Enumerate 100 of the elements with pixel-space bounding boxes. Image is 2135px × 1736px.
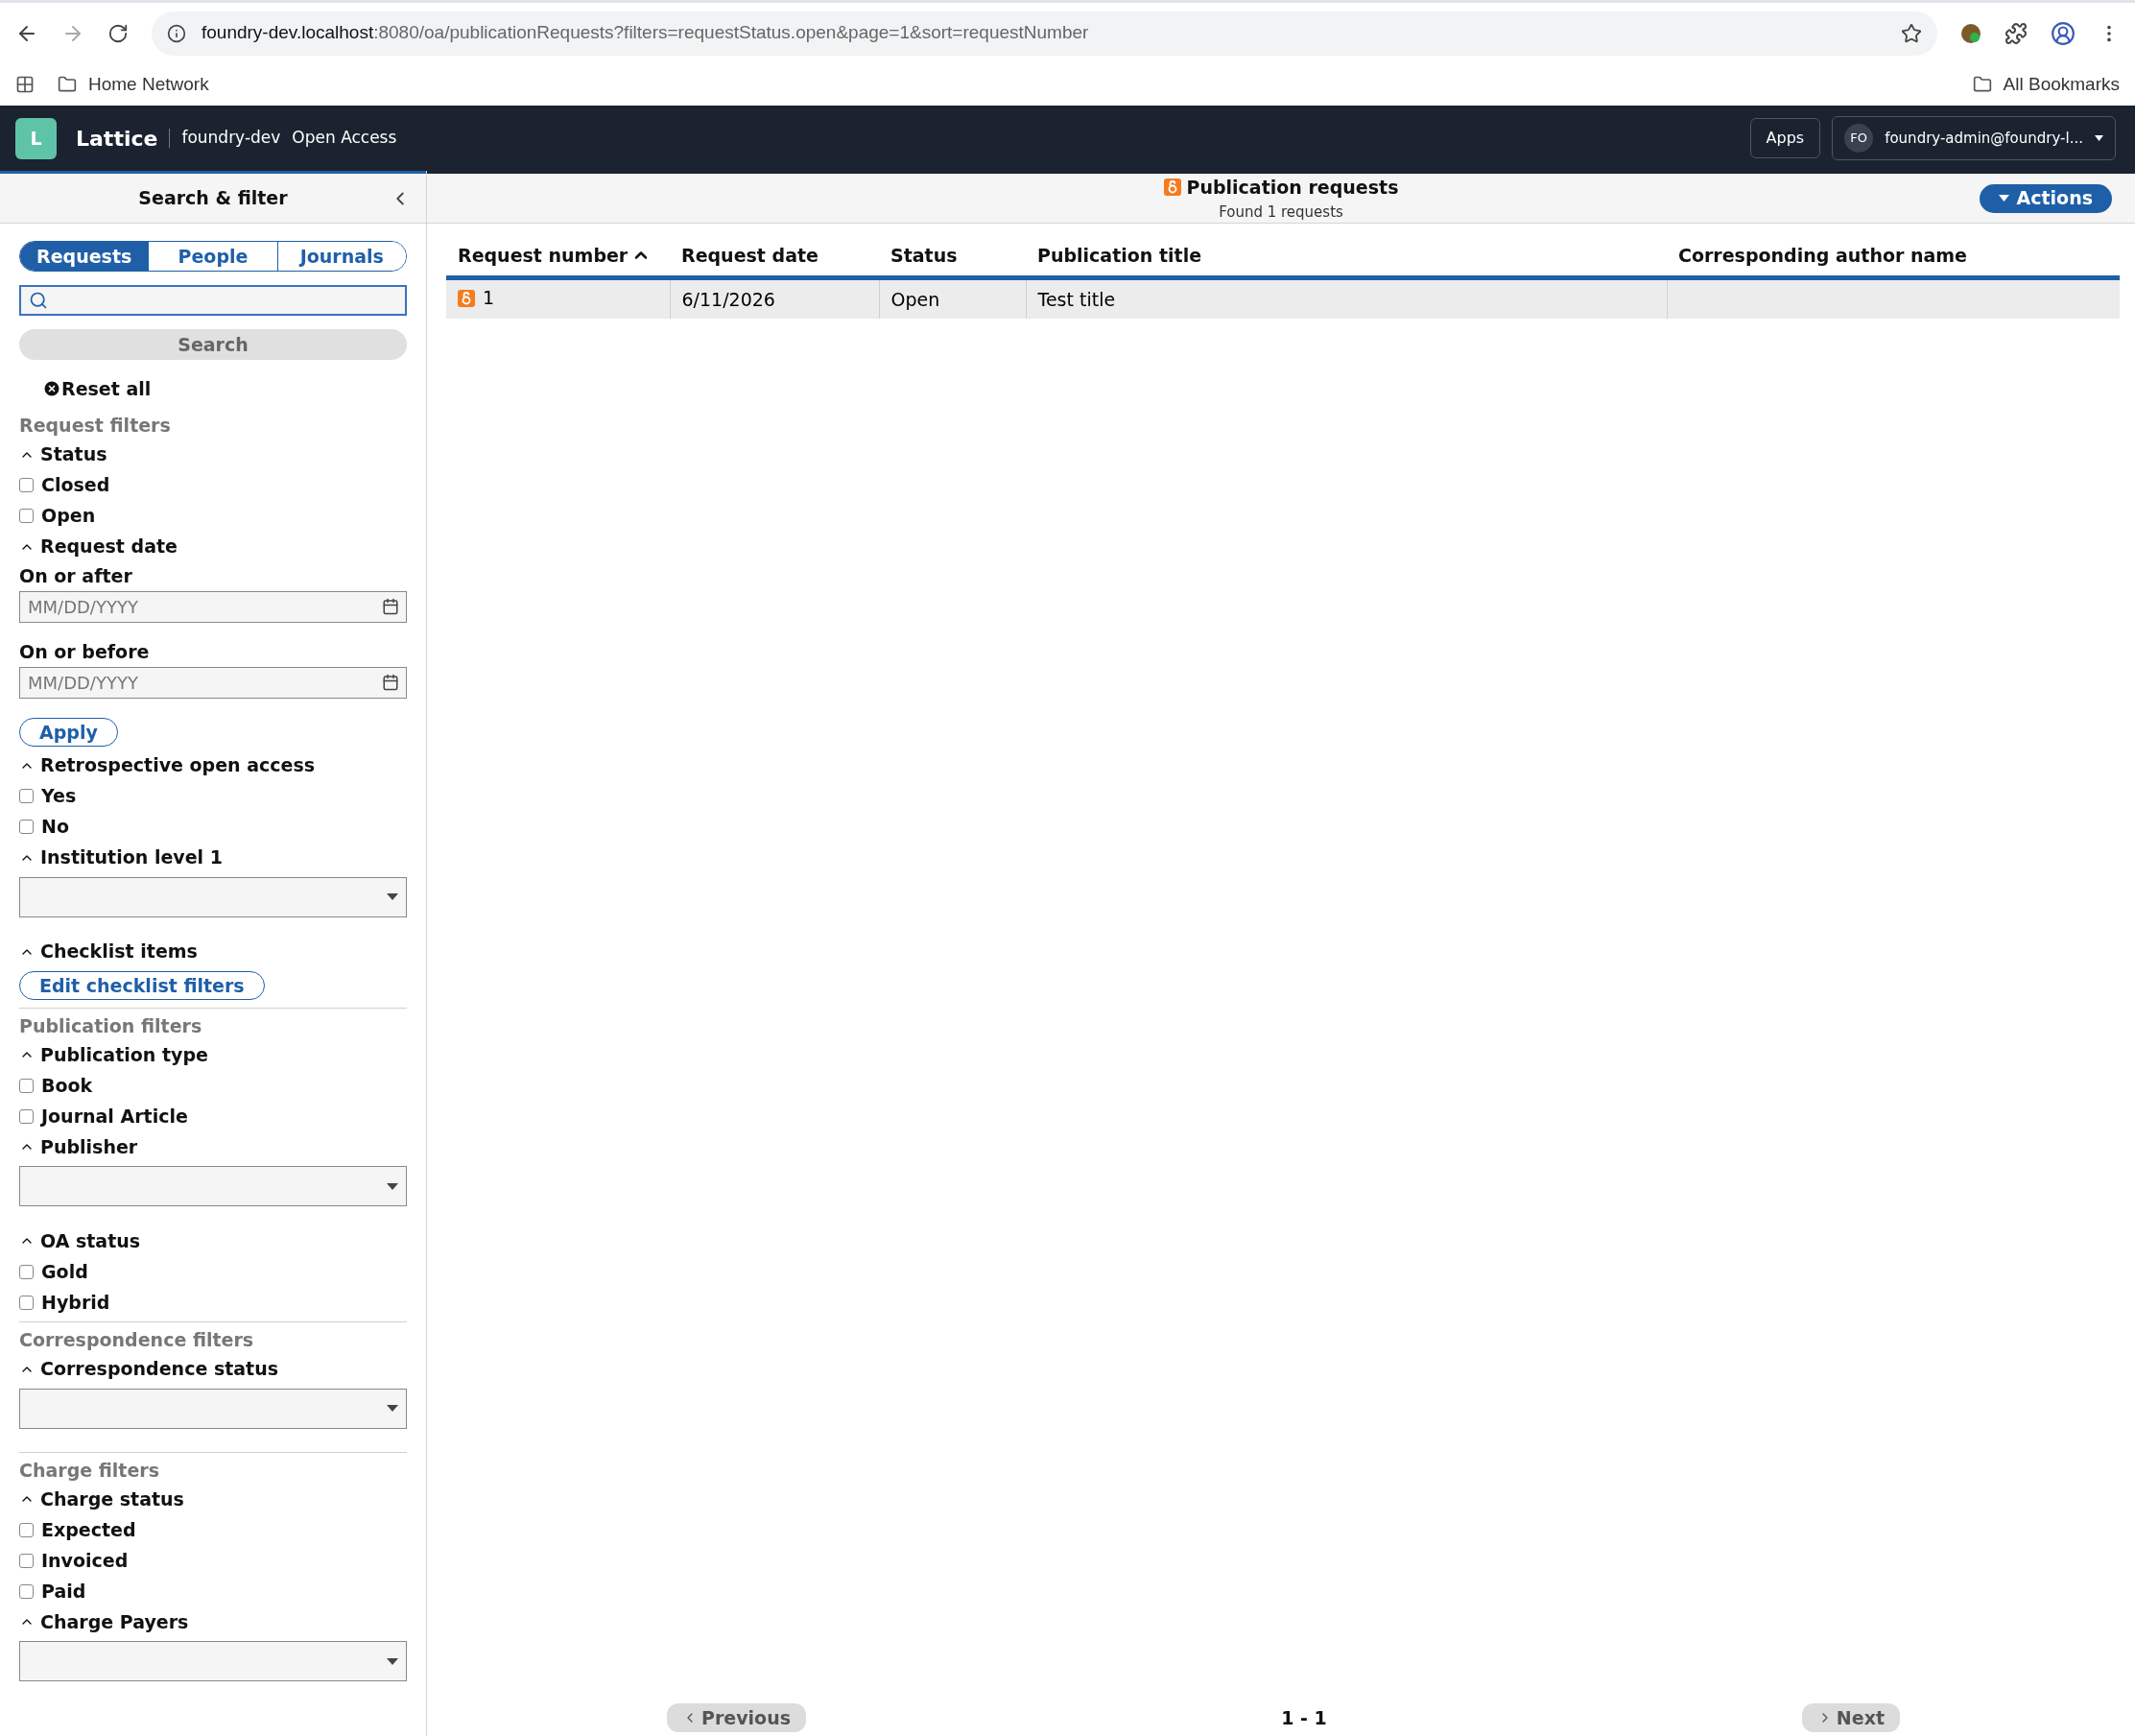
previous-button[interactable]: Previous [667, 1703, 806, 1732]
dropdown-select[interactable] [19, 1388, 407, 1429]
extensions-icon[interactable] [2005, 21, 2028, 45]
info-icon [167, 23, 186, 43]
filter-section-toggle[interactable]: OA status [19, 1225, 407, 1256]
column-header[interactable]: Request date [670, 235, 879, 277]
tenant-name: foundry-dev [181, 127, 281, 150]
filter-section-toggle[interactable]: Checklist items [19, 936, 407, 967]
filter-group-label: Correspondence filters [19, 1329, 254, 1350]
profile-icon[interactable] [2051, 20, 2076, 46]
checkbox-label: No [41, 815, 69, 840]
checkbox-label: Closed [41, 473, 110, 498]
filter-section-toggle[interactable]: Status [19, 439, 407, 470]
filter-button[interactable]: Apply [19, 717, 118, 747]
extension-icon[interactable] [1960, 22, 1981, 44]
dropdown-select[interactable] [19, 1166, 407, 1206]
filter-section-toggle[interactable]: Charge status [19, 1484, 407, 1514]
user-avatar: FO [1844, 124, 1874, 153]
page-title: Publication requests [1186, 176, 1399, 200]
module-name: Open Access [292, 127, 397, 150]
caret-icon [387, 893, 398, 900]
bookmark-star-icon[interactable] [1901, 22, 1922, 44]
open-access-icon [458, 289, 475, 307]
checkbox-label: Paid [41, 1579, 86, 1604]
checkbox-label: Journal Article [41, 1104, 188, 1129]
reset-all-button[interactable]: Reset all [42, 373, 152, 404]
folder-icon [58, 75, 77, 94]
segment-tab[interactable]: Requests [20, 242, 149, 271]
apps-button[interactable]: Apps [1749, 118, 1821, 158]
table-cell: Test title [1026, 277, 1667, 319]
filter-group-label: Charge filters [19, 1459, 159, 1481]
next-button[interactable]: Next [1801, 1703, 1900, 1732]
filter-section-toggle[interactable]: Publisher [19, 1131, 407, 1162]
user-menu-button[interactable]: FO foundry-admin@foundry-l... [1832, 116, 2116, 160]
open-access-icon [1163, 178, 1181, 197]
checkbox-label: Expected [41, 1517, 136, 1542]
date-field[interactable]: MM/DD/YYYY [19, 666, 407, 699]
search-icon [29, 291, 48, 310]
bookmark-link[interactable]: Home Network [58, 70, 209, 99]
clear-icon [42, 379, 61, 398]
table-cell: 6/11/2026 [670, 277, 879, 319]
filter-section-toggle[interactable]: Request date [19, 531, 407, 562]
date-field[interactable]: MM/DD/YYYY [19, 590, 407, 623]
filter-button[interactable]: Edit checklist filters [19, 970, 265, 1000]
page-range: 1 - 1 [1281, 1705, 1327, 1730]
checkbox[interactable] [19, 820, 34, 834]
url-text: foundry-dev.localhost:8080/oa/publicationRequests?filters=requestStatus.open&page=1&sort=requestNumber [202, 21, 1090, 45]
address-bar[interactable]: foundry-dev.localhost:8080/oa/publicationRequests?filters=requestStatus.open&page=1&sort=requestNumber [152, 11, 1937, 56]
bookmark-link[interactable]: All Bookmarks [1972, 70, 2120, 99]
actions-button[interactable]: Actions [1979, 183, 2112, 213]
table-cell: Open [879, 277, 1026, 319]
checkbox[interactable] [19, 1522, 34, 1537]
result-count: Found 1 requests [1219, 202, 1343, 223]
checkbox-label: Open [41, 504, 96, 529]
calendar-icon[interactable] [382, 597, 399, 615]
checkbox[interactable] [19, 509, 34, 523]
caret-icon [1998, 195, 2009, 202]
checkbox-label: Gold [41, 1259, 88, 1284]
checkbox-label: Invoiced [41, 1548, 129, 1573]
filter-group-label: Request filters [19, 415, 171, 436]
checkbox-label: Yes [41, 784, 77, 809]
search-button[interactable]: Search [19, 329, 407, 360]
checkbox[interactable] [19, 1264, 34, 1279]
caret-icon [387, 1657, 398, 1665]
folder-icon [1972, 75, 1992, 94]
date-field-label: On or after [19, 564, 133, 589]
dropdown-select[interactable] [19, 1641, 407, 1681]
column-header[interactable]: Publication title [1026, 235, 1667, 277]
caret-icon [387, 1182, 398, 1190]
checkbox[interactable] [19, 1583, 34, 1599]
app-name: Lattice [76, 125, 158, 153]
search-field[interactable] [19, 285, 407, 316]
sidebar-title: Search & filter [138, 186, 288, 211]
filter-section-toggle[interactable]: Institution level 1 [19, 842, 407, 873]
app-logo: L [15, 117, 57, 159]
calendar-icon[interactable] [382, 673, 399, 691]
caret-icon [387, 1405, 398, 1412]
filter-section-toggle[interactable]: Retrospective open access [19, 749, 407, 781]
checkbox[interactable] [19, 789, 34, 803]
dropdown-select[interactable] [19, 876, 407, 917]
checkbox[interactable] [19, 1553, 34, 1568]
column-header[interactable]: Corresponding author name [1667, 235, 2127, 277]
checkbox[interactable] [19, 478, 34, 492]
filter-section-toggle[interactable]: Publication type [19, 1039, 407, 1070]
filter-section-toggle[interactable]: Correspondence status [19, 1353, 407, 1385]
segment-tab[interactable]: Journals [276, 242, 406, 271]
checkbox-label: Book [41, 1073, 93, 1098]
checkbox-label: Hybrid [41, 1290, 110, 1315]
checkbox[interactable] [19, 1108, 34, 1124]
filter-group-label: Publication filters [19, 1014, 202, 1036]
apps-grid-icon[interactable] [15, 75, 35, 94]
checkbox[interactable] [19, 1295, 34, 1310]
table-cell: 1 [446, 277, 670, 319]
checkbox[interactable] [19, 1078, 34, 1093]
column-header[interactable]: Request number [446, 235, 670, 277]
date-field-label: On or before [19, 640, 151, 665]
reload-icon[interactable] [107, 22, 129, 44]
column-header[interactable]: Status [879, 235, 1026, 277]
filter-section-toggle[interactable]: Charge Payers [19, 1606, 407, 1637]
caret-icon [2095, 135, 2103, 141]
